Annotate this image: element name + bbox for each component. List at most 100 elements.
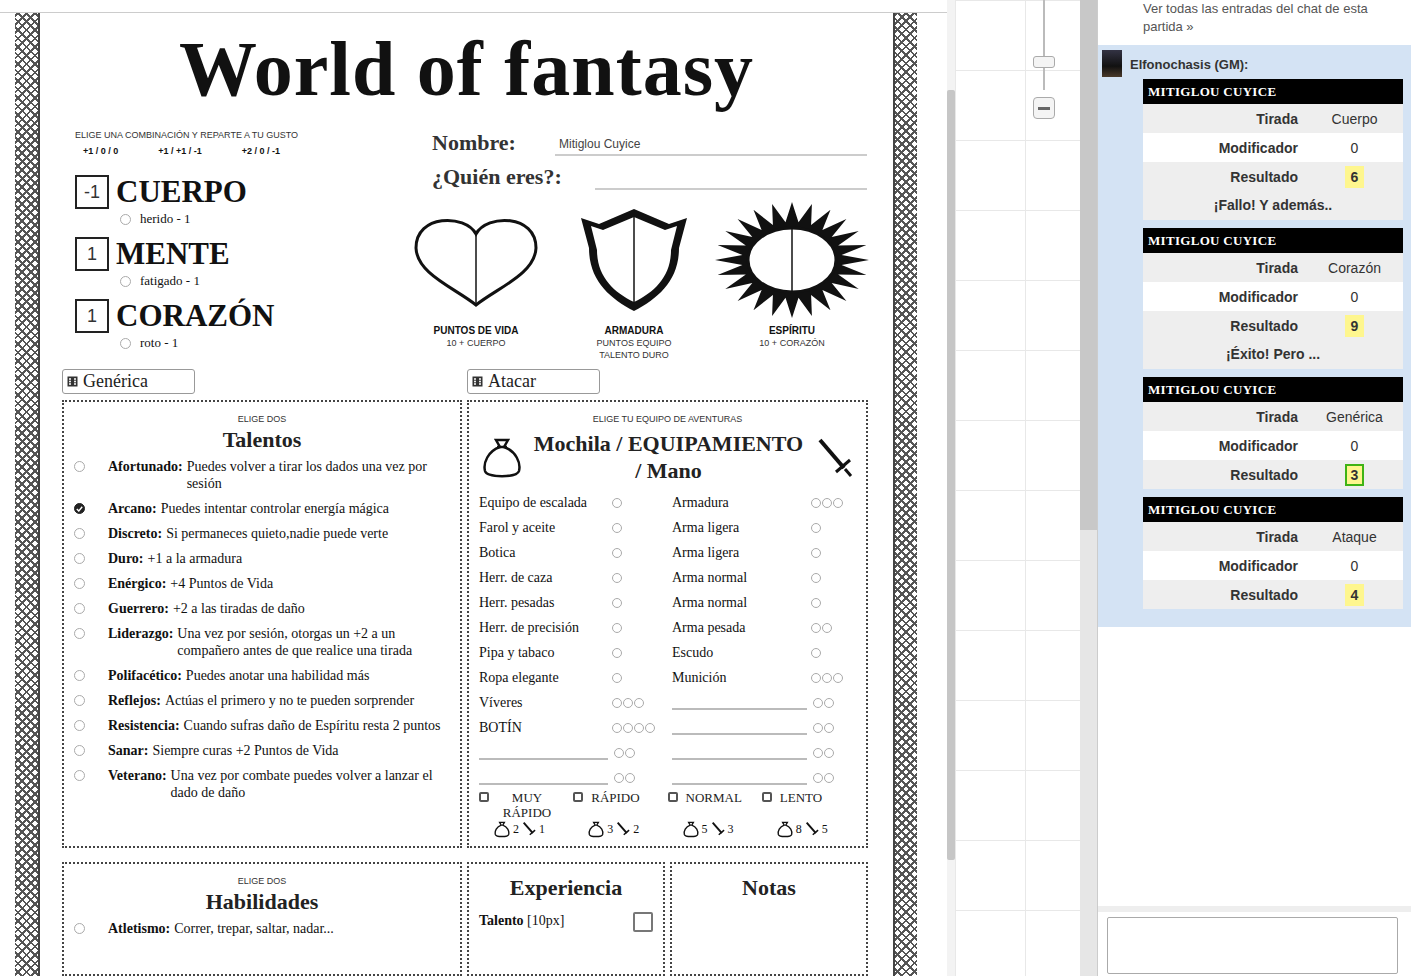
slot-dot[interactable] [623,698,633,708]
talent-row[interactable]: Duro: +1 a la armadura [74,546,450,571]
slot-dot[interactable] [625,748,635,758]
slot-dot[interactable] [811,523,821,533]
speed-checkbox[interactable] [668,792,678,802]
talent-radio[interactable] [74,628,85,639]
speed-option[interactable]: LENTO 8 5 [762,790,856,838]
speed-option[interactable]: NORMAL 5 3 [668,790,762,838]
talent-row[interactable]: Veterano: Una vez por combate puedes vol… [74,763,450,805]
talent-row[interactable]: Reflejos: Actúas el primero y no te pued… [74,688,450,713]
condition-radio[interactable] [120,338,131,349]
slot-dot[interactable] [824,748,834,758]
slot-dot[interactable] [634,698,644,708]
result-value[interactable]: 9 [1345,315,1365,337]
result-value[interactable]: 6 [1345,166,1365,188]
slot-dot[interactable] [824,773,834,783]
slot-dot[interactable] [645,723,655,733]
who-input[interactable] [595,168,867,190]
slot-dot[interactable] [634,723,644,733]
equipment-blank-field[interactable] [672,696,807,710]
result-value[interactable]: 3 [1345,464,1365,486]
slot-dot[interactable] [612,648,622,658]
chat-history-link[interactable]: Ver todas las entradas del chat de esta … [1098,0,1411,45]
zoom-thumb[interactable] [1033,56,1055,68]
slot-dot[interactable] [614,773,624,783]
slot-dot[interactable] [811,673,821,683]
slot-dot[interactable] [822,623,832,633]
speed-checkbox[interactable] [762,792,772,802]
slot-dot[interactable] [625,773,635,783]
slot-dot[interactable] [612,498,622,508]
name-input[interactable]: Mitiglou Cuyice [555,134,867,156]
talent-radio[interactable] [74,720,85,731]
talent-row[interactable]: Guerrero: +2 a las tiradas de daño [74,596,450,621]
speed-checkbox[interactable] [573,792,583,802]
talent-radio[interactable] [74,603,85,614]
talent-row[interactable]: Sanar: Siempre curas +2 Puntos de Vida [74,738,450,763]
slot-dot[interactable] [612,698,622,708]
talent-row[interactable]: Afortunado: Puedes volver a tirar los da… [74,454,450,496]
slot-dot[interactable] [811,573,821,583]
roll-button[interactable]: Atacar [467,369,600,394]
slot-dot[interactable] [822,498,832,508]
talent-row[interactable]: Polifacético: Puedes anotar una habilida… [74,663,450,688]
talent-row[interactable]: Discreto: Si permaneces quieto,nadie pue… [74,521,450,546]
slot-dot[interactable] [813,773,823,783]
slot-dot[interactable] [612,623,622,633]
talent-radio[interactable] [74,461,85,472]
slot-dot[interactable] [824,698,834,708]
slot-dot[interactable] [612,523,622,533]
result-value[interactable]: 4 [1345,584,1365,606]
slot-dot[interactable] [612,673,622,683]
sheet-scrollbar[interactable] [947,0,955,976]
equipment-blank-field[interactable] [479,746,608,760]
talent-radio[interactable] [74,745,85,756]
condition-radio[interactable] [120,276,131,287]
slot-dot[interactable] [811,598,821,608]
stat-value[interactable]: 1 [75,237,109,271]
chat-scrollbar[interactable] [1080,0,1097,976]
equipment-blank-field[interactable] [672,771,807,785]
speed-option[interactable]: RÁPIDO 3 2 [573,790,667,838]
zoom-out-button[interactable] [1033,97,1055,119]
talent-radio[interactable] [74,553,85,564]
talent-row[interactable]: Resistencia: Cuando sufras daño de Espír… [74,713,450,738]
talent-radio[interactable] [74,695,85,706]
skill-radio[interactable] [74,923,85,934]
slot-dot[interactable] [623,723,633,733]
slot-dot[interactable] [813,748,823,758]
equipment-blank-field[interactable] [672,746,807,760]
slot-dot[interactable] [822,673,832,683]
slot-dot[interactable] [614,748,624,758]
slot-dot[interactable] [612,548,622,558]
talent-radio[interactable] [74,770,85,781]
equipment-blank-field[interactable] [479,771,608,785]
talent-row[interactable]: Arcano: Puedes intentar controlar energí… [74,496,450,521]
speed-checkbox[interactable] [479,792,489,802]
talent-radio[interactable] [74,578,85,589]
slot-dot[interactable] [811,623,821,633]
slot-dot[interactable] [811,498,821,508]
slot-dot[interactable] [811,648,821,658]
roll-button[interactable]: Genérica [62,369,195,394]
equipment-blank-field[interactable] [672,721,807,735]
experience-checkbox[interactable] [633,912,653,932]
slot-dot[interactable] [833,498,843,508]
slot-dot[interactable] [811,548,821,558]
slot-dot[interactable] [813,723,823,733]
slot-dot[interactable] [612,723,622,733]
talent-row[interactable]: Enérgico: +4 Puntos de Vida [74,571,450,596]
condition-radio[interactable] [120,214,131,225]
slot-dot[interactable] [612,598,622,608]
tabletop-canvas[interactable] [955,0,1080,976]
slot-dot[interactable] [824,723,834,733]
experience-row[interactable]: Talento [10px] [479,910,653,932]
talent-row[interactable]: Liderazgo: Una vez por sesión, otorgas u… [74,621,450,663]
slot-dot[interactable] [612,573,622,583]
stat-value[interactable]: -1 [75,175,109,209]
slot-dot[interactable] [813,698,823,708]
stat-value[interactable]: 1 [75,299,109,333]
zoom-slider[interactable] [1043,0,1045,90]
slot-dot[interactable] [833,673,843,683]
chat-input[interactable] [1107,917,1398,974]
talent-radio[interactable] [74,670,85,681]
